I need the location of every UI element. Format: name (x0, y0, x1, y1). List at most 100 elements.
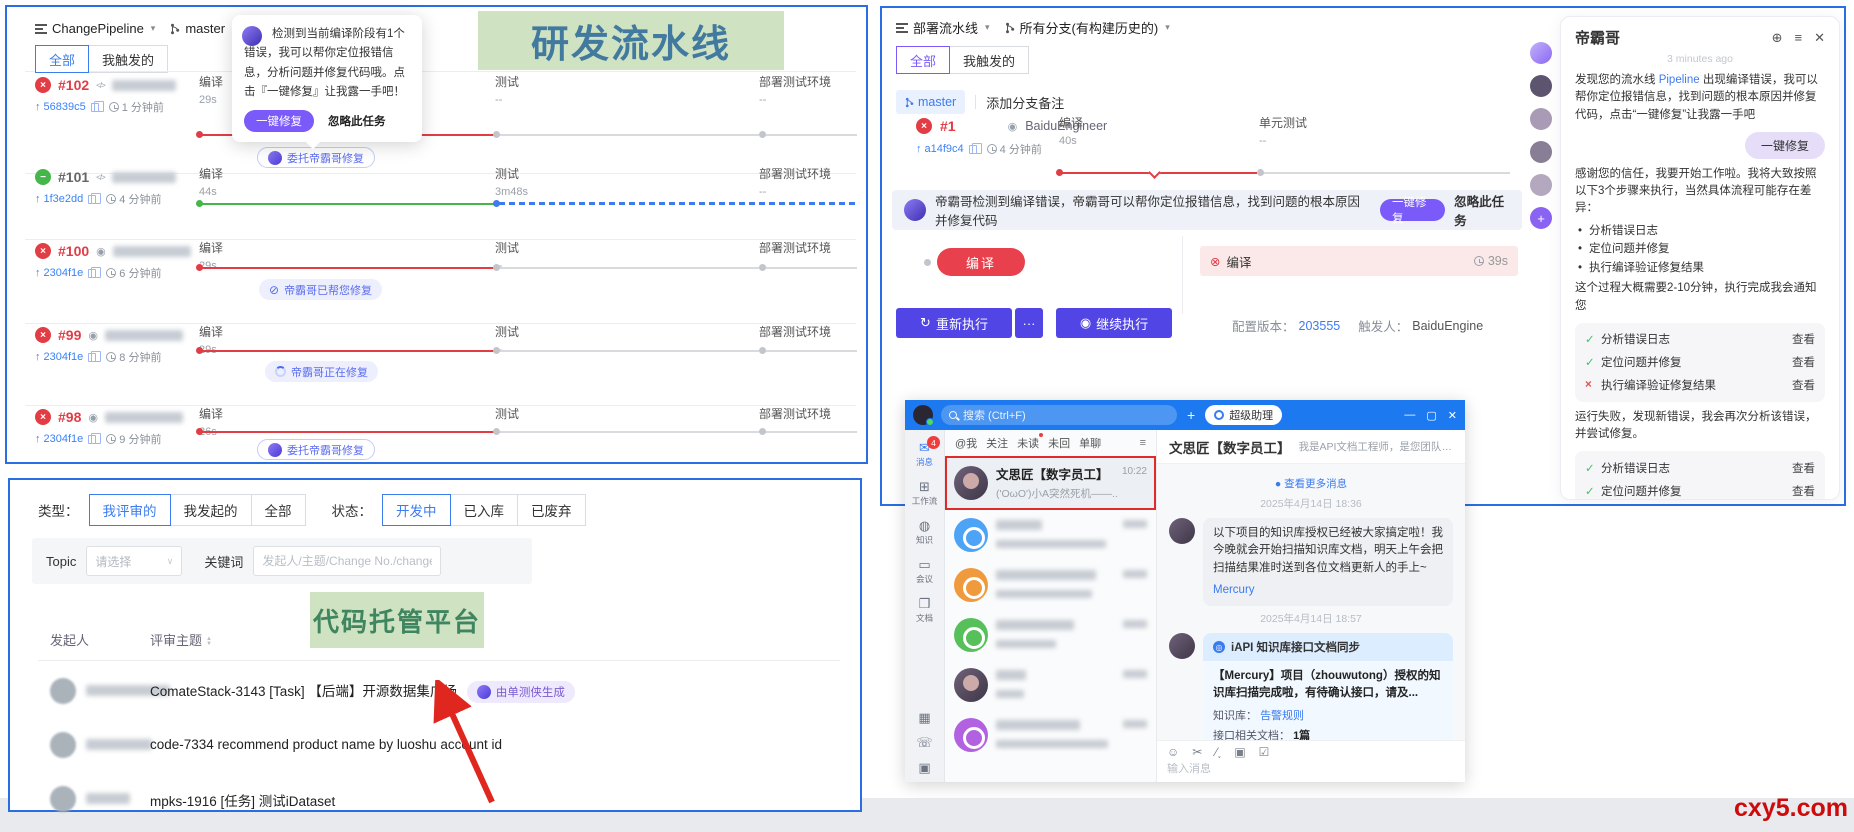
code-snippet-icon[interactable]: ⁄˯ (1215, 745, 1221, 759)
run-id[interactable]: #1 (940, 118, 956, 134)
view-link[interactable]: 查看 (1792, 331, 1815, 347)
conversation-item[interactable] (945, 610, 1156, 660)
super-assistant-button[interactable]: 超级助理 (1205, 405, 1282, 425)
run-id[interactable]: #98 (58, 409, 81, 425)
copy-icon[interactable] (88, 269, 96, 278)
load-more-link[interactable]: ● 查看更多消息 (1169, 476, 1453, 491)
commit-link[interactable]: ↑ 2304f1e (35, 267, 96, 279)
filter-menu-icon[interactable]: ≡ (1140, 437, 1146, 449)
message-input[interactable] (1167, 763, 1367, 775)
column-subject[interactable]: 评审主题▲▼ (150, 630, 212, 649)
tab-in-development[interactable]: 开发中 (382, 494, 451, 526)
view-link[interactable]: 查看 (1792, 377, 1815, 393)
commit-link[interactable]: ↑ 2304f1e (35, 433, 96, 445)
run-id[interactable]: #100 (58, 243, 89, 259)
user-avatar[interactable] (913, 405, 933, 425)
rail-item-messages[interactable]: ✉消息4 (905, 435, 944, 474)
run-id[interactable]: #101 (58, 169, 89, 185)
fixed-badge[interactable]: ⊘帝霸哥已帮您修复 (259, 279, 382, 300)
close-icon[interactable]: ✕ (1814, 30, 1825, 46)
rail-item-meeting[interactable]: ▭会议 (905, 552, 944, 591)
commit-link[interactable]: ↑ 56839c5 (35, 101, 99, 113)
add-branch-note-link[interactable]: 添加分支备注 (986, 93, 1064, 112)
fixing-badge[interactable]: 帝霸哥正在修复 (265, 361, 378, 382)
rerun-button[interactable]: ↻重新执行 (896, 308, 1012, 338)
conversation-item[interactable] (945, 560, 1156, 610)
conversation-item[interactable] (945, 510, 1156, 560)
topic-select[interactable]: 请选择∨ (86, 546, 182, 576)
filter-follow[interactable]: 关注 (986, 435, 1008, 451)
conversation-item-active[interactable]: 文思匠【数字员工】('OωO')小A突然死机——.. 10:22 (945, 456, 1156, 510)
ignore-task-button[interactable]: 忽略此任务 (1454, 191, 1510, 229)
user-avatar[interactable] (1530, 75, 1552, 97)
mercury-link[interactable]: Mercury (1213, 582, 1255, 599)
list-icon[interactable]: ≡ (1795, 30, 1803, 45)
keyword-input[interactable] (253, 546, 441, 576)
kb-link[interactable]: 告警规则 (1260, 710, 1304, 722)
more-actions-button[interactable]: ··· (1015, 308, 1043, 338)
filter-at-me[interactable]: @我 (955, 435, 977, 451)
view-link[interactable]: 查看 (1792, 460, 1815, 476)
continue-button[interactable]: ◉继续执行 (1056, 308, 1172, 338)
copy-icon[interactable] (88, 195, 96, 204)
user-avatar[interactable] (1530, 141, 1552, 163)
rail-item-docs[interactable]: ❒文档 (905, 591, 944, 630)
one-click-fix-button[interactable]: 一键修复 (1380, 199, 1445, 221)
delegate-fix-badge[interactable]: 委托帝霸哥修复 (257, 147, 375, 168)
filter-unread[interactable]: 未读 (1017, 435, 1039, 451)
filter-unreplied[interactable]: 未回 (1048, 435, 1070, 451)
branch-select[interactable]: master (185, 21, 225, 36)
pipeline-link[interactable]: Pipeline (1659, 74, 1700, 86)
pipeline-name-select[interactable]: ChangePipeline (52, 21, 144, 36)
view-link[interactable]: 查看 (1792, 354, 1815, 370)
tab-abandoned[interactable]: 已废弃 (517, 494, 586, 526)
rail-item-workflow[interactable]: ⊞工作流 (905, 474, 944, 513)
assistant-avatar[interactable] (1530, 42, 1552, 64)
compile-stage-node[interactable]: 编译 (937, 248, 1025, 276)
search-input[interactable]: 搜索 (Ctrl+F) (941, 405, 1177, 425)
run-id[interactable]: #102 (58, 77, 89, 93)
tab-my-reviews[interactable]: 我评审的 (89, 494, 171, 526)
view-link[interactable]: 查看 (1792, 483, 1815, 499)
tab-my-submissions[interactable]: 我发起的 (170, 494, 252, 526)
commit-link[interactable]: ↑ 1f3e2dd (35, 193, 96, 205)
target-icon[interactable]: ⊕ (1772, 30, 1783, 46)
close-button[interactable]: ✕ (1448, 409, 1457, 422)
run-id[interactable]: #99 (58, 327, 81, 343)
conversation-item[interactable] (945, 710, 1156, 760)
tab-triggered-by-me[interactable]: 我触发的 (949, 46, 1029, 74)
ignore-task-button[interactable]: 忽略此任务 (328, 113, 386, 129)
one-click-fix-button[interactable]: 一键修复 (244, 110, 314, 132)
todo-icon[interactable]: ☑ (1259, 745, 1270, 759)
rail-item-knowledge[interactable]: ◍知识 (905, 513, 944, 552)
delegate-fix-badge[interactable]: 委托帝霸哥修复 (257, 439, 375, 460)
user-avatar[interactable] (1530, 108, 1552, 130)
copy-icon[interactable] (88, 353, 96, 362)
review-subject[interactable]: mpks-1916 [任务] 测试iDataset (150, 794, 335, 809)
branch-filter-select[interactable]: 所有分支(有构建历史的) (1020, 18, 1159, 37)
file-icon[interactable]: ▣ (1234, 745, 1245, 759)
copy-icon[interactable] (91, 103, 99, 112)
emoji-icon[interactable]: ☺ (1167, 745, 1179, 759)
tab-all[interactable]: 全部 (251, 494, 306, 526)
commit-link[interactable]: ↑ a14f9c4 (916, 143, 977, 155)
conversation-item[interactable] (945, 660, 1156, 710)
tab-triggered-by-me[interactable]: 我触发的 (88, 45, 168, 73)
user-avatar[interactable] (1530, 174, 1552, 196)
phone-icon[interactable]: ☏ (916, 735, 932, 751)
commit-link[interactable]: ↑ 2304f1e (35, 351, 96, 363)
sort-icon[interactable]: ▲▼ (206, 637, 212, 647)
stage-detail-row[interactable]: ⊗ 编译 39s (1200, 246, 1518, 276)
copy-icon[interactable] (969, 145, 977, 154)
tab-all[interactable]: 全部 (896, 46, 950, 74)
tab-merged[interactable]: 已入库 (450, 494, 519, 526)
pipeline-name-select[interactable]: 部署流水线 (913, 18, 978, 37)
branch-tag[interactable]: master (896, 90, 965, 114)
minimize-button[interactable]: — (1404, 409, 1415, 422)
clipboard-icon[interactable]: ▣ (916, 760, 932, 776)
filter-direct[interactable]: 单聊 (1079, 435, 1101, 451)
config-version-value[interactable]: 203555 (1299, 319, 1341, 333)
calendar-icon[interactable]: ▦ (916, 710, 932, 726)
copy-icon[interactable] (88, 435, 96, 444)
maximize-button[interactable]: ▢ (1426, 409, 1436, 422)
